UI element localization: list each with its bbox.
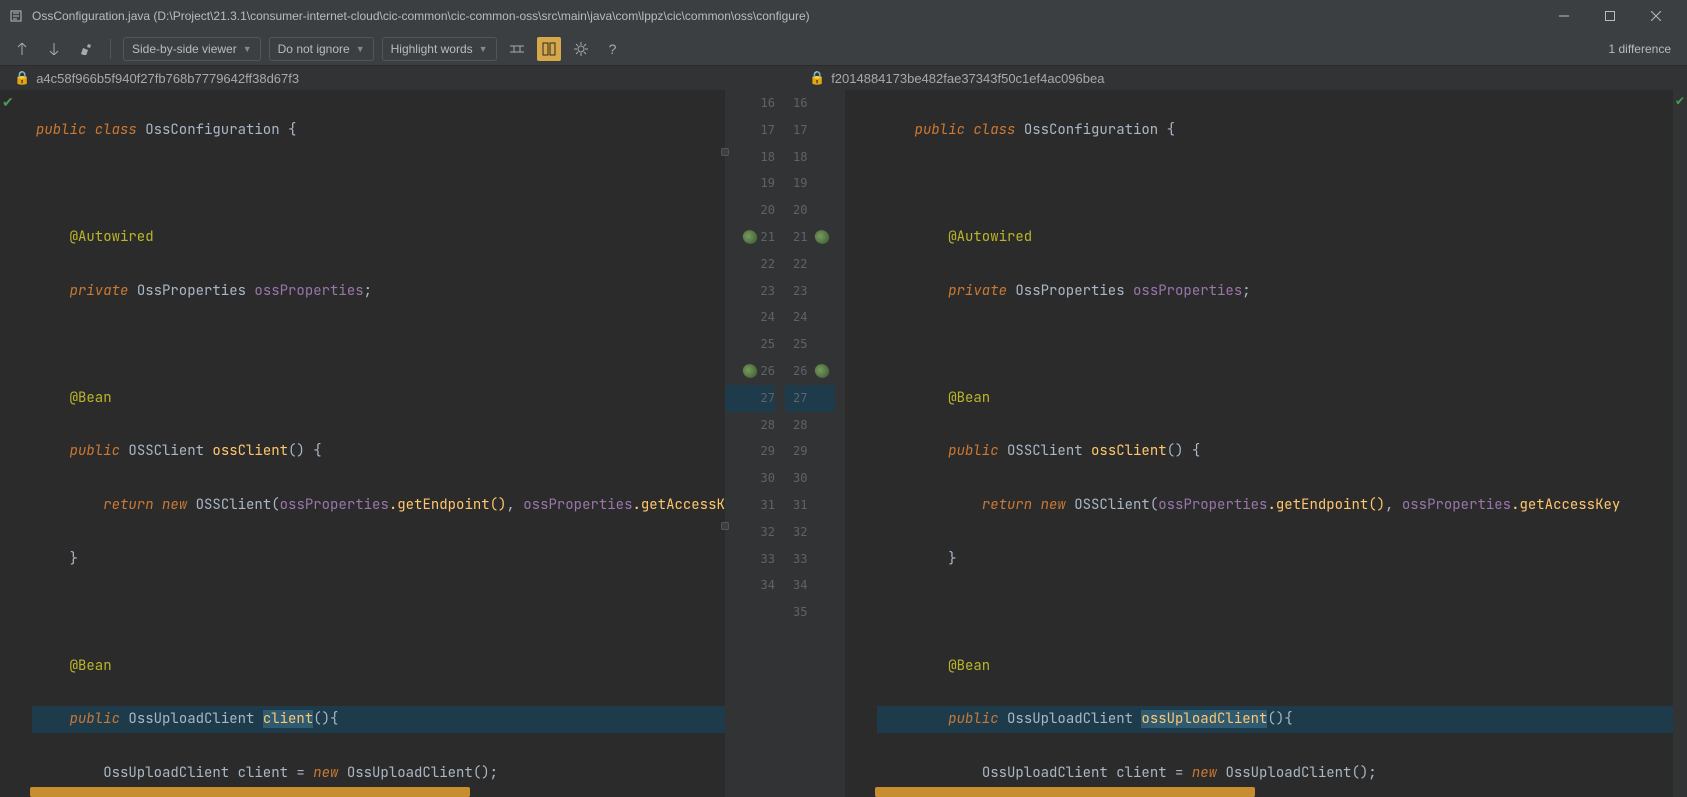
left-code[interactable]: public class OssConfiguration { @Autowir… <box>0 90 725 797</box>
gear-icon <box>574 42 588 56</box>
chevron-down-icon: ▼ <box>243 44 252 54</box>
right-editor-pane[interactable]: public class OssConfiguration { @Autowir… <box>845 90 1687 797</box>
left-revision-hash: a4c58f966b5f940f27fb768b7779642ff38d67f3 <box>36 71 299 86</box>
title-bar: OssConfiguration.java (D:\Project\21.3.1… <box>0 0 1687 32</box>
lock-icon: 🔒 <box>809 70 825 86</box>
diff-body: ✔ public class OssConfiguration { @Autow… <box>0 90 1687 797</box>
bean-gutter-icon[interactable] <box>741 229 759 247</box>
inspection-ok-icon: ✔ <box>1675 94 1685 108</box>
bean-gutter-icon[interactable] <box>813 229 831 247</box>
fold-handle[interactable] <box>721 522 729 530</box>
lock-icon: 🔒 <box>14 70 30 86</box>
chevron-down-icon: ▼ <box>479 44 488 54</box>
diff-count-label: 1 difference <box>1609 42 1678 56</box>
app-icon <box>8 8 24 24</box>
highlight-mode-dropdown[interactable]: Highlight words▼ <box>382 37 497 61</box>
left-editor-pane[interactable]: ✔ public class OssConfiguration { @Autow… <box>0 90 725 797</box>
bean-gutter-icon[interactable] <box>813 362 831 380</box>
chevron-down-icon: ▼ <box>356 44 365 54</box>
right-horizontal-scrollbar[interactable] <box>875 787 1677 797</box>
edit-button[interactable] <box>74 37 98 61</box>
right-revision-hash: f2014884173be482fae37343f50c1ef4ac096bea <box>831 71 1104 86</box>
viewer-mode-dropdown[interactable]: Side-by-side viewer▼ <box>123 37 261 61</box>
right-code[interactable]: public class OssConfiguration { @Autowir… <box>845 90 1687 797</box>
minimize-button[interactable] <box>1541 1 1587 31</box>
sync-scroll-button[interactable] <box>537 37 561 61</box>
collapse-unchanged-button[interactable] <box>505 37 529 61</box>
fold-handle[interactable] <box>721 148 729 156</box>
maximize-button[interactable] <box>1587 1 1633 31</box>
settings-button[interactable] <box>569 37 593 61</box>
left-horizontal-scrollbar[interactable] <box>30 787 715 797</box>
diff-toolbar: Side-by-side viewer▼ Do not ignore▼ High… <box>0 32 1687 66</box>
bean-gutter-icon[interactable] <box>741 362 759 380</box>
prev-diff-button[interactable] <box>10 37 34 61</box>
close-button[interactable] <box>1633 1 1679 31</box>
line-number-gutter: 16171819202122232425262728293031323334 1… <box>725 90 845 797</box>
ignore-mode-dropdown[interactable]: Do not ignore▼ <box>269 37 374 61</box>
right-error-stripe[interactable]: ✔ <box>1673 90 1687 797</box>
help-button[interactable]: ? <box>601 37 625 61</box>
revision-bar: 🔒 a4c58f966b5f940f27fb768b7779642ff38d67… <box>0 66 1687 90</box>
next-diff-button[interactable] <box>42 37 66 61</box>
window-title: OssConfiguration.java (D:\Project\21.3.1… <box>32 9 1541 23</box>
